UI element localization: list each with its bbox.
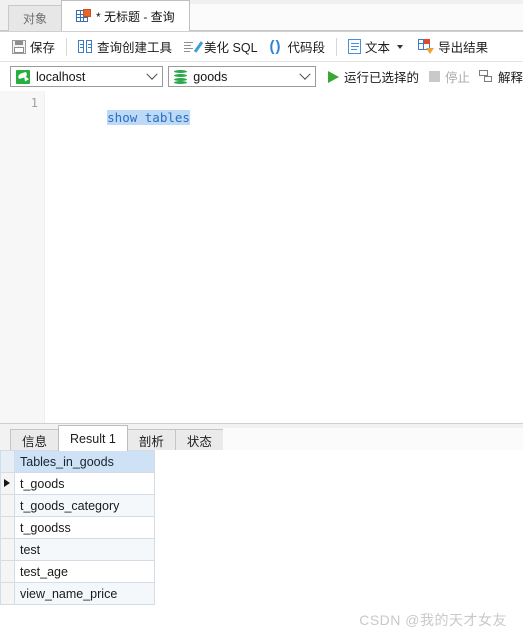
table-row[interactable]: t_goodss: [0, 516, 155, 539]
tabstrip-left-pad: [0, 4, 8, 31]
play-icon: [327, 70, 339, 83]
row-indicator-cell[interactable]: [0, 560, 15, 583]
row-indicator-cell[interactable]: [0, 516, 15, 539]
result-table[interactable]: Tables_in_goods t_goods t_goods_category t…: [0, 450, 155, 605]
result-table-body: t_goods t_goods_category t_goodss test test_…: [0, 472, 155, 605]
tab-profile[interactable]: 剖析: [126, 429, 176, 451]
database-select-value: goods: [193, 69, 228, 84]
chevron-down-icon[interactable]: [397, 44, 404, 49]
toolbar-separator-2: [336, 37, 338, 56]
tab-result-1[interactable]: Result 1: [58, 425, 128, 451]
table-header-row: Tables_in_goods: [0, 450, 155, 473]
sql-selected-text[interactable]: show tables: [107, 110, 190, 125]
tab-object[interactable]: 对象: [8, 5, 63, 31]
text-mode-button[interactable]: 文本: [342, 35, 412, 59]
table-row[interactable]: t_goods: [0, 472, 155, 495]
table-cell[interactable]: test_age: [14, 560, 155, 583]
beautify-sql-button[interactable]: 美化 SQL: [178, 35, 264, 59]
table-cell[interactable]: view_name_price: [14, 582, 155, 605]
sql-code-line[interactable]: show tables: [62, 95, 190, 140]
main-toolbar: 保存 查询创建工具 美化 SQL () 代码段 文本 导出结果: [0, 32, 523, 62]
table-cell[interactable]: test: [14, 538, 155, 561]
tab-query-untitled[interactable]: * 无标题 - 查询: [61, 0, 190, 31]
table-cell[interactable]: t_goods_category: [14, 494, 155, 517]
explain-label: 解释: [497, 71, 523, 85]
tab-status-label: 状态: [186, 435, 212, 449]
tab-info-label: 信息: [22, 435, 48, 449]
mysql-dolphin-icon: [16, 69, 30, 84]
tabstrip-filler: [188, 4, 523, 31]
tab-info[interactable]: 信息: [10, 429, 60, 451]
column-header-tables-in-goods[interactable]: Tables_in_goods: [14, 450, 155, 473]
tab-result-1-label: Result 1: [70, 431, 116, 446]
stop-icon: [428, 71, 440, 82]
code-snippet-label: 代码段: [287, 41, 326, 55]
table-row[interactable]: test: [0, 538, 155, 561]
export-result-button[interactable]: 导出结果: [412, 35, 494, 59]
result-tab-strip: 信息 Result 1 剖析 状态: [0, 424, 523, 451]
run-selected-label: 运行已选择的: [343, 71, 419, 85]
query-grid-icon: [76, 9, 92, 23]
tab-object-label: 对象: [23, 12, 48, 26]
stop-button: 停止: [428, 67, 470, 86]
save-button-label: 保存: [30, 41, 56, 55]
editor-gutter: 1: [0, 91, 45, 423]
beautify-sql-label: 美化 SQL: [204, 41, 258, 55]
host-select[interactable]: localhost: [10, 66, 164, 87]
table-row[interactable]: t_goods_category: [0, 494, 155, 517]
beautify-sql-icon: [184, 40, 204, 54]
query-builder-button[interactable]: 查询创建工具: [72, 35, 178, 59]
stop-label: 停止: [444, 71, 470, 85]
toolbar-separator-1: [66, 37, 68, 56]
code-snippet-button[interactable]: () 代码段: [264, 35, 332, 59]
sql-editor[interactable]: 1 show tables: [0, 91, 523, 424]
parentheses-icon: (): [269, 37, 282, 55]
result-table-head: Tables_in_goods: [0, 450, 155, 473]
export-icon: [418, 39, 435, 54]
row-indicator-cell[interactable]: [0, 538, 15, 561]
row-indicator-header: [0, 450, 15, 473]
run-selected-button[interactable]: 运行已选择的: [327, 67, 419, 86]
table-row[interactable]: test_age: [0, 560, 155, 583]
database-select-chevron-down-icon[interactable]: [295, 67, 315, 86]
window-tab-strip: 对象 * 无标题 - 查询: [0, 0, 523, 32]
table-row[interactable]: view_name_price: [0, 582, 155, 605]
explain-button[interactable]: 解释: [478, 67, 523, 86]
save-icon: [12, 39, 26, 54]
table-cell[interactable]: t_goodss: [14, 516, 155, 539]
tab-profile-label: 剖析: [138, 435, 164, 449]
editor-code-area[interactable]: show tables: [45, 91, 523, 423]
row-indicator-cell[interactable]: [0, 582, 15, 605]
host-select-value: localhost: [36, 69, 86, 84]
tab-query-label: * 无标题 - 查询: [96, 9, 175, 24]
table-cell[interactable]: t_goods: [14, 472, 155, 495]
result-tabs-filler: [222, 428, 523, 451]
export-result-label: 导出结果: [438, 41, 489, 55]
tab-status[interactable]: 状态: [174, 429, 224, 451]
query-builder-label: 查询创建工具: [97, 41, 173, 55]
document-icon: [348, 39, 362, 54]
row-indicator-cell[interactable]: [0, 494, 15, 517]
watermark: CSDN @我的天才女友: [359, 612, 507, 628]
query-builder-icon: [78, 39, 93, 54]
text-mode-label: 文本: [365, 41, 391, 55]
explain-icon: [478, 70, 493, 83]
database-icon: [174, 69, 188, 84]
row-indicator-cell[interactable]: [0, 472, 15, 495]
line-number: 1: [30, 96, 38, 110]
host-select-chevron-down-icon[interactable]: [142, 67, 162, 86]
current-row-arrow-icon: [4, 479, 10, 487]
database-select[interactable]: goods: [168, 66, 316, 87]
connection-bar: localhost goods 运行已选择的 停止 解释: [0, 62, 523, 91]
save-button[interactable]: 保存: [6, 35, 61, 59]
